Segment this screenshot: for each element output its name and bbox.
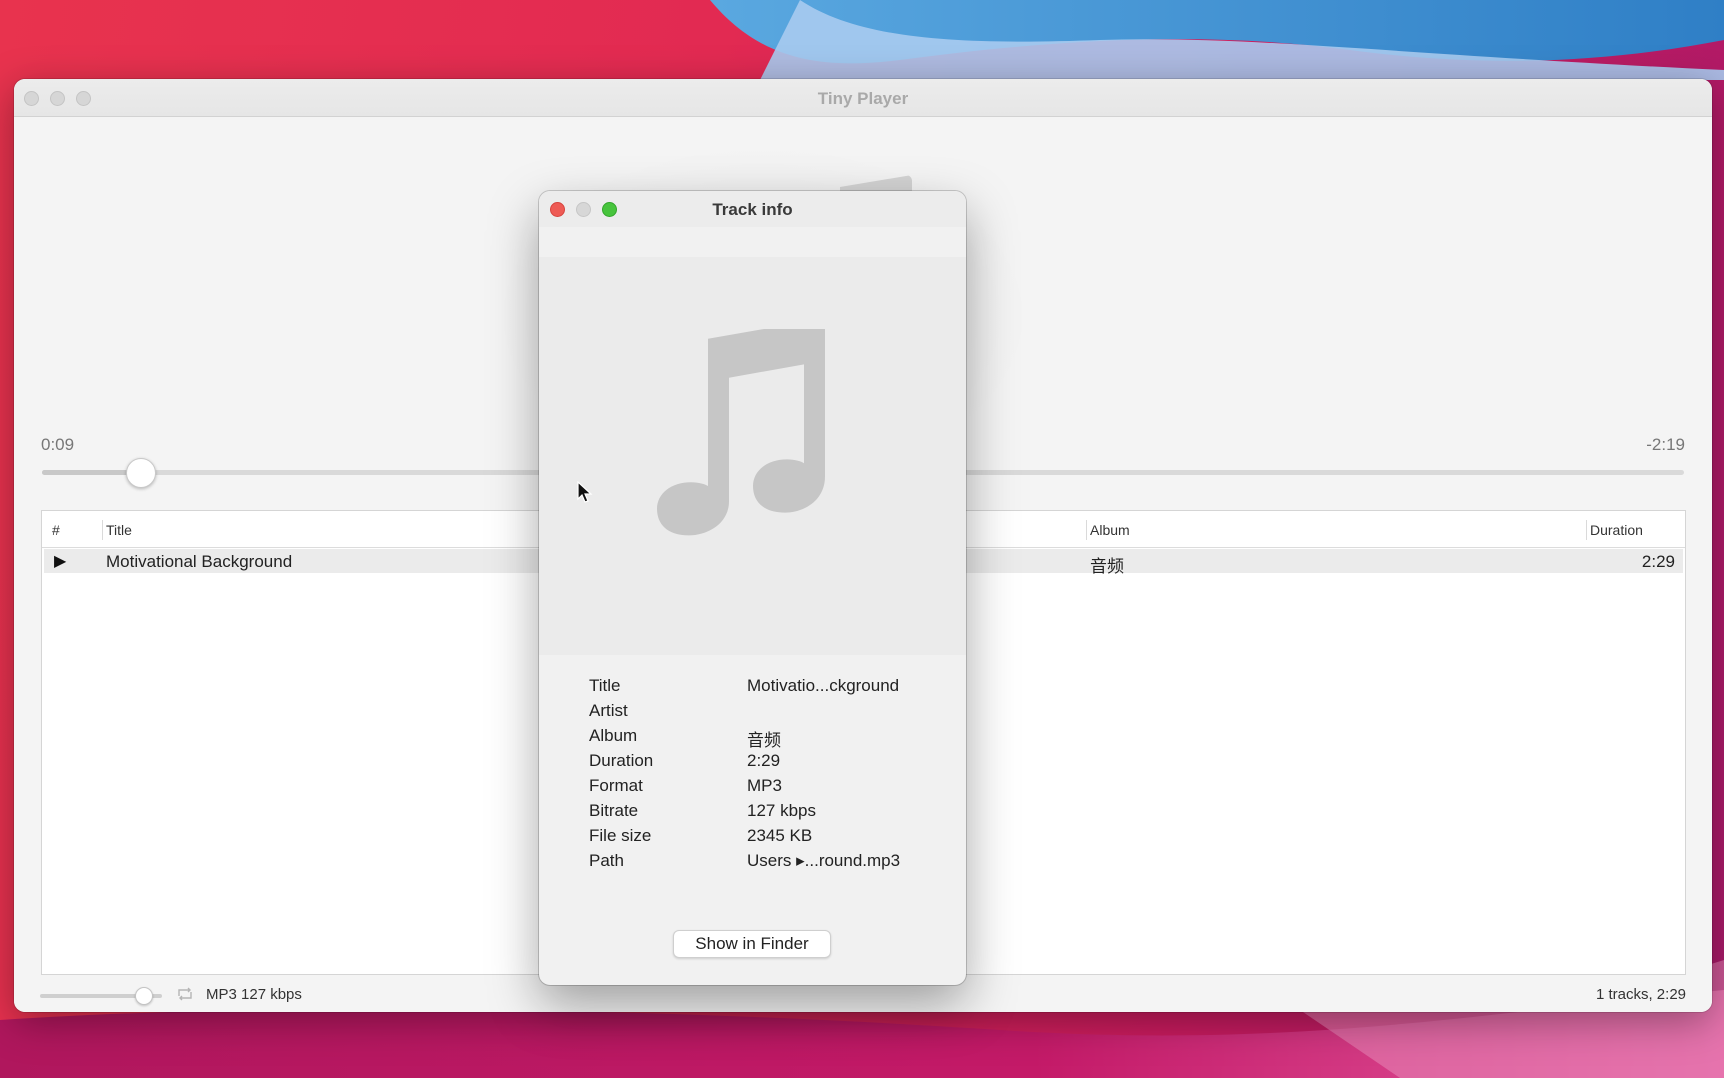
info-label: Duration xyxy=(589,751,654,770)
elapsed-time: 0:09 xyxy=(41,435,75,454)
info-label: Format xyxy=(589,776,643,795)
column-header-duration[interactable]: Duration xyxy=(1590,522,1643,538)
remaining-time: -2:19 xyxy=(1646,435,1685,454)
info-label: File size xyxy=(589,826,652,845)
column-separator xyxy=(1086,520,1087,540)
status-format: MP3 127 kbps xyxy=(206,986,302,1003)
info-row-file-size: File size 2345 KB xyxy=(589,826,949,850)
show-in-finder-button[interactable]: Show in Finder xyxy=(673,930,831,958)
info-row-format: Format MP3 xyxy=(589,776,949,800)
row-duration: 2:29 xyxy=(1641,552,1675,571)
info-value: 127 kbps xyxy=(747,801,816,820)
info-row-artist: Artist xyxy=(589,701,949,725)
info-label: Title xyxy=(589,676,621,695)
info-value: MP3 xyxy=(747,776,782,795)
row-title: Motivational Background xyxy=(106,552,293,571)
progress-knob[interactable] xyxy=(125,458,156,488)
info-row-title: Title Motivatio...ckground xyxy=(589,676,949,700)
play-icon: ▶ xyxy=(54,553,67,570)
music-note-icon xyxy=(657,329,825,536)
info-label: Album xyxy=(589,726,638,745)
repeat-icon[interactable] xyxy=(177,987,193,1001)
track-info-dialog: Track info Title Motivatio...ckground Ar… xyxy=(539,191,966,985)
info-row-bitrate: Bitrate 127 kbps xyxy=(589,801,949,825)
main-titlebar: Tiny Player xyxy=(14,79,1712,117)
info-label: Artist xyxy=(589,701,628,720)
info-value: 音频 xyxy=(747,731,781,750)
column-header-title[interactable]: Title xyxy=(106,522,132,538)
path-value[interactable]: Users ▸...round.mp3 xyxy=(747,851,900,871)
row-album: 音频 xyxy=(1090,557,1124,576)
album-artwork xyxy=(539,257,966,655)
dialog-titlebar: Track info xyxy=(539,191,966,227)
dialog-title: Track info xyxy=(712,200,793,219)
info-label: Path xyxy=(589,851,624,870)
status-summary: 1 tracks, 2:29 xyxy=(1595,986,1686,1003)
info-value: Motivatio...ckground xyxy=(747,676,900,695)
volume-knob[interactable] xyxy=(134,987,153,1005)
info-value: 2:29 xyxy=(747,751,781,770)
info-value: 2345 KB xyxy=(747,826,813,845)
info-row-duration: Duration 2:29 xyxy=(589,751,949,775)
info-row-album: Album 音频 xyxy=(589,726,949,750)
info-row-path: Path Users ▸...round.mp3 xyxy=(589,851,949,875)
column-header-number[interactable]: # xyxy=(52,522,60,538)
column-header-album[interactable]: Album xyxy=(1090,522,1130,538)
info-label: Bitrate xyxy=(589,801,639,820)
column-separator xyxy=(1586,520,1587,540)
column-separator xyxy=(102,520,103,540)
window-title: Tiny Player xyxy=(817,89,909,108)
mouse-pointer-icon xyxy=(577,481,593,503)
